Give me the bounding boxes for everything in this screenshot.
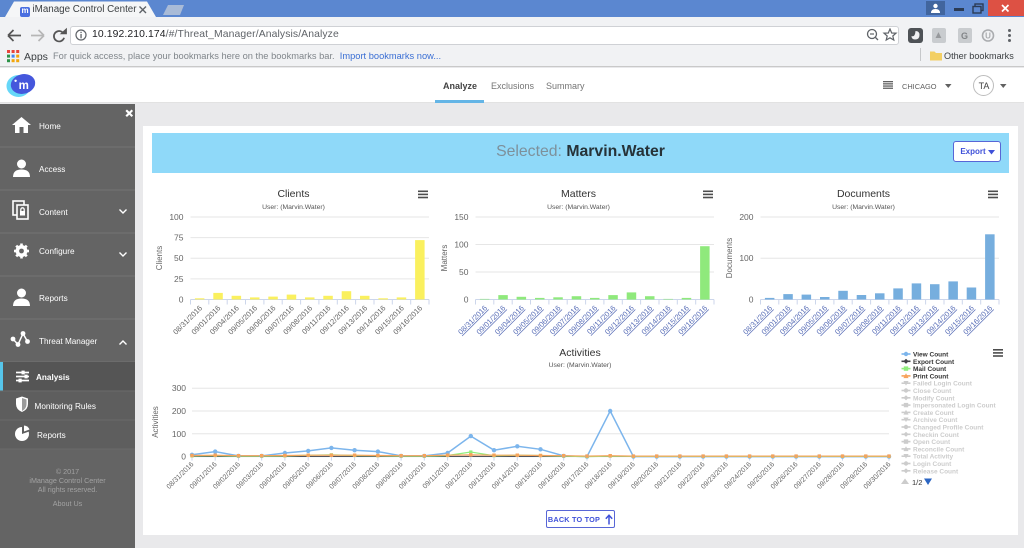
svg-text:200: 200 — [739, 212, 753, 222]
svg-text:75: 75 — [174, 233, 184, 243]
svg-text:Activities: Activities — [151, 406, 160, 438]
svg-text:Modify Count: Modify Count — [913, 395, 955, 402]
svg-text:Mail Count: Mail Count — [913, 366, 947, 373]
svg-text:User: (Marvin.Water): User: (Marvin.Water) — [832, 204, 895, 211]
svg-text:Documents: Documents — [837, 188, 890, 200]
svg-text:Documents: Documents — [725, 238, 734, 278]
svg-text:Release Count: Release Count — [913, 468, 959, 475]
svg-text:Open Count: Open Count — [913, 439, 951, 446]
svg-text:100: 100 — [454, 240, 468, 250]
svg-text:Archive Count: Archive Count — [913, 417, 958, 424]
svg-text:Matters: Matters — [440, 245, 449, 272]
svg-text:Reconcile Count: Reconcile Count — [913, 446, 965, 453]
svg-text:0: 0 — [181, 452, 186, 462]
svg-text:User: (Marvin.Water): User: (Marvin.Water) — [262, 204, 325, 211]
svg-text:Create Count: Create Count — [913, 410, 955, 417]
svg-text:Login Count: Login Count — [913, 461, 952, 468]
svg-text:0: 0 — [464, 295, 469, 305]
svg-text:Checkin Count: Checkin Count — [913, 432, 960, 439]
svg-text:Clients: Clients — [155, 246, 164, 270]
svg-text:Changed Profile Count: Changed Profile Count — [913, 425, 984, 432]
svg-text:50: 50 — [174, 253, 184, 263]
svg-text:0: 0 — [179, 295, 184, 305]
svg-text:Export Count: Export Count — [913, 359, 955, 366]
svg-text:200: 200 — [172, 406, 186, 416]
svg-text:100: 100 — [169, 212, 183, 222]
svg-text:User: (Marvin.Water): User: (Marvin.Water) — [549, 362, 612, 369]
svg-text:Impersonated Login Count: Impersonated Login Count — [913, 403, 997, 410]
svg-text:Print Count: Print Count — [913, 373, 949, 380]
svg-text:50: 50 — [459, 267, 469, 277]
svg-text:1/2: 1/2 — [912, 478, 922, 487]
svg-text:300: 300 — [172, 383, 186, 393]
svg-text:User: (Marvin.Water): User: (Marvin.Water) — [547, 204, 610, 211]
svg-text:Failed Login Count: Failed Login Count — [913, 381, 973, 388]
svg-text:Close Count: Close Count — [913, 388, 952, 395]
svg-text:Clients: Clients — [277, 188, 309, 200]
svg-text:100: 100 — [739, 253, 753, 263]
svg-text:150: 150 — [454, 212, 468, 222]
svg-text:Activities: Activities — [559, 347, 600, 359]
svg-text:0: 0 — [749, 295, 754, 305]
svg-text:100: 100 — [172, 429, 186, 439]
svg-text:View Count: View Count — [913, 352, 949, 359]
svg-text:25: 25 — [174, 274, 184, 284]
svg-text:Matters: Matters — [561, 188, 596, 200]
svg-text:Total Activity: Total Activity — [913, 454, 953, 461]
